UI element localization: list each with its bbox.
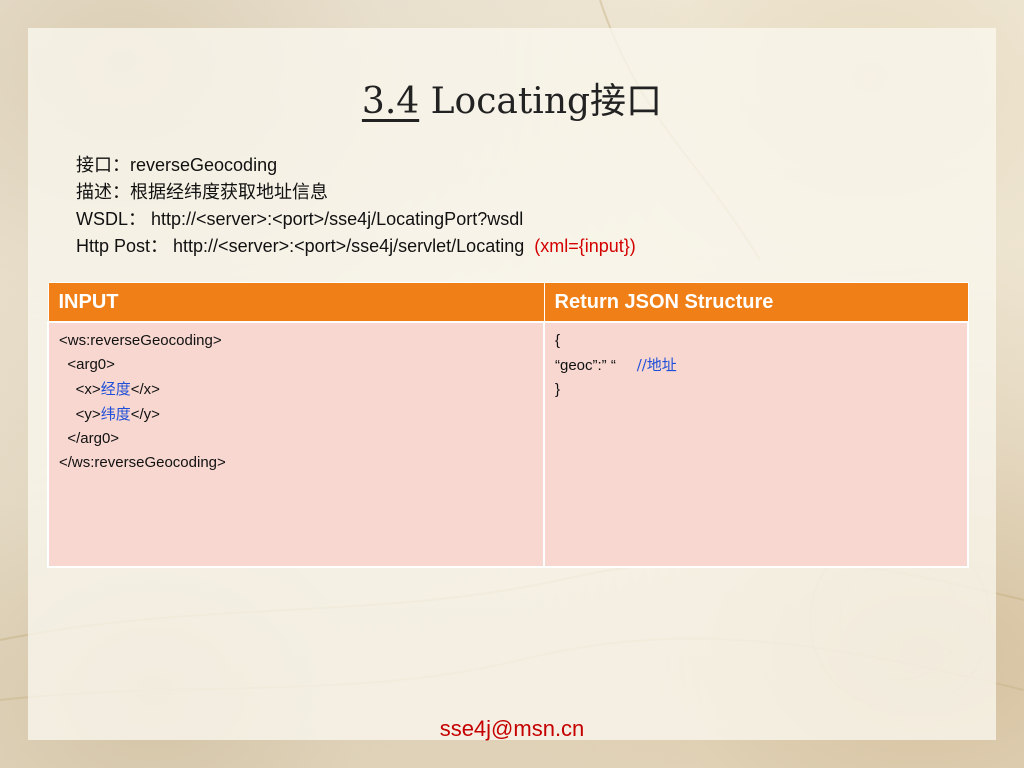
info-httppost-line: Http Post： http://<server>:<port>/sse4j/… (76, 233, 636, 260)
title-text: Locating接口 (419, 81, 663, 122)
input-arg0-open: <arg0> (67, 356, 115, 373)
api-table: INPUT Return JSON Structure <ws:reverseG… (47, 282, 969, 568)
input-line: <arg0> (59, 353, 533, 377)
footer-email: sse4j@msn.cn (439, 716, 585, 741)
input-y-close: </y> (130, 406, 160, 423)
input-line: <ws:reverseGeocoding> (59, 332, 222, 349)
slide-title: 3.4 Locating接口 (0, 72, 1024, 124)
input-arg0-close: </arg0> (67, 430, 120, 447)
output-comment: //地址 (636, 356, 677, 374)
interface-value: reverseGeocoding (130, 155, 278, 175)
input-line: <x>经度</x> (59, 377, 533, 402)
input-line: <y>纬度</y> (59, 402, 533, 427)
httppost-url: Http Post： http://<server>:<port>/sse4j/… (76, 236, 525, 256)
header-return-json: Return JSON Structure (543, 282, 969, 323)
info-interface-line: 接口：reverseGeocoding (76, 152, 636, 179)
output-geoc: “geoc”:” “ (555, 357, 616, 374)
info-wsdl-line: WSDL： http://<server>:<port>/sse4j/Locat… (76, 209, 524, 229)
httppost-param: (xml={input}) (534, 236, 636, 256)
title-number: 3.4 (361, 81, 420, 122)
input-line: </arg0> (59, 427, 533, 451)
input-x-value: 经度 (100, 380, 131, 398)
input-y-open: <y> (75, 406, 101, 423)
input-x-open: <x> (75, 381, 101, 398)
input-y-value: 纬度 (100, 405, 131, 423)
output-cell: { “geoc”:” “ //地址 } (543, 321, 969, 568)
input-x-close: </x> (130, 381, 160, 398)
table-header-row: INPUT Return JSON Structure (47, 282, 969, 323)
input-line: </ws:reverseGeocoding> (59, 454, 226, 471)
header-input: INPUT (47, 282, 545, 323)
output-line: “geoc”:” “ //地址 (555, 353, 957, 378)
output-line: } (555, 381, 561, 398)
table-row: <ws:reverseGeocoding> <arg0> <x>经度</x> <… (47, 321, 969, 568)
output-line: { (555, 332, 561, 349)
interface-info: 接口：reverseGeocoding 描述：根据经纬度获取地址信息 WSDL：… (76, 152, 636, 260)
interface-label: 接口： (76, 155, 130, 176)
info-description-line: 描述：根据经纬度获取地址信息 (76, 182, 328, 203)
input-cell: <ws:reverseGeocoding> <arg0> <x>经度</x> <… (47, 321, 545, 568)
